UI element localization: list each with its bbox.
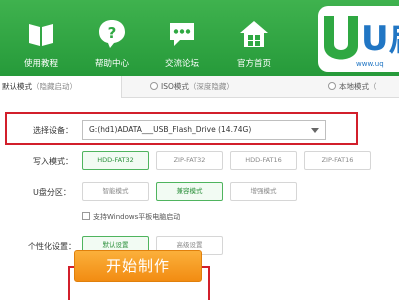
logo-url-text: www.uq (356, 60, 384, 68)
nav-help[interactable]: ? 帮助中心 (77, 0, 147, 76)
checkbox[interactable] (82, 212, 90, 220)
tab-default-label: 默认模式 (2, 82, 32, 91)
chat-icon (170, 23, 194, 46)
book-icon (29, 24, 53, 46)
top-header: 使用教程 ? 帮助中心 交流论坛 官方首页 U启 www.uq (0, 0, 399, 76)
write-mode-zip-fat32[interactable]: ZIP-FAT32 (156, 151, 223, 170)
tab-local-label: 本地模式 (339, 82, 369, 91)
chevron-down-icon[interactable] (311, 128, 319, 133)
nav-tutorial-label: 使用教程 (23, 59, 58, 69)
nav-forum-label: 交流论坛 (164, 59, 199, 69)
tab-iso-label: ISO模式 (161, 82, 189, 91)
personalize-label: 个性化设置： (28, 242, 76, 251)
home-icon (240, 21, 268, 47)
tab-iso-mode[interactable]: ISO模式（深度隐藏） (150, 76, 234, 98)
write-mode-hdd-fat32[interactable]: HDD-FAT32 (82, 151, 149, 170)
nav-tutorial[interactable]: 使用教程 (6, 0, 76, 76)
svg-text:?: ? (108, 24, 117, 42)
tab-default-mode[interactable]: 默认模式（隐藏启动） (0, 76, 122, 98)
tablet-boot-label: 支持Windows平板电脑启动 (93, 213, 181, 221)
start-button[interactable]: 开始制作 (74, 250, 202, 282)
logo-text: U启 (361, 19, 399, 59)
tab-local-sub: （ (369, 82, 377, 91)
partition-compatible[interactable]: 兼容模式 (156, 182, 223, 201)
write-mode-hdd-fat16[interactable]: HDD-FAT16 (230, 151, 297, 170)
nav-home[interactable]: 官方首页 (219, 0, 289, 76)
partition-enhanced[interactable]: 增强模式 (230, 182, 297, 201)
help-icon: ? (99, 20, 125, 48)
device-select[interactable]: G:(hd1)ADATA___USB_Flash_Drive (14.74G) (82, 120, 326, 140)
partition-label: U盘分区： (33, 188, 71, 197)
nav-home-label: 官方首页 (236, 59, 271, 69)
write-mode-zip-fat16[interactable]: ZIP-FAT16 (304, 151, 371, 170)
tab-default-sub: （隐藏启动） (32, 82, 77, 91)
radio-icon[interactable] (150, 82, 158, 90)
partition-smart[interactable]: 智能模式 (82, 182, 149, 201)
tab-iso-sub: （深度隐藏） (188, 82, 234, 91)
device-label: 选择设备： (33, 126, 73, 135)
nav-forum[interactable]: 交流论坛 (147, 0, 217, 76)
nav-help-label: 帮助中心 (94, 59, 129, 69)
tablet-boot-option[interactable]: 支持Windows平板电脑启动 (82, 212, 180, 222)
app-logo: U启 www.uq (318, 6, 399, 72)
mode-tabs: 默认模式（隐藏启动） ISO模式（深度隐藏） 本地模式（ (0, 76, 399, 98)
tab-local-mode[interactable]: 本地模式（ (328, 76, 377, 98)
device-select-value: G:(hd1)ADATA___USB_Flash_Drive (14.74G) (89, 125, 252, 134)
write-mode-label: 写入模式： (33, 157, 73, 166)
radio-icon[interactable] (328, 82, 336, 90)
